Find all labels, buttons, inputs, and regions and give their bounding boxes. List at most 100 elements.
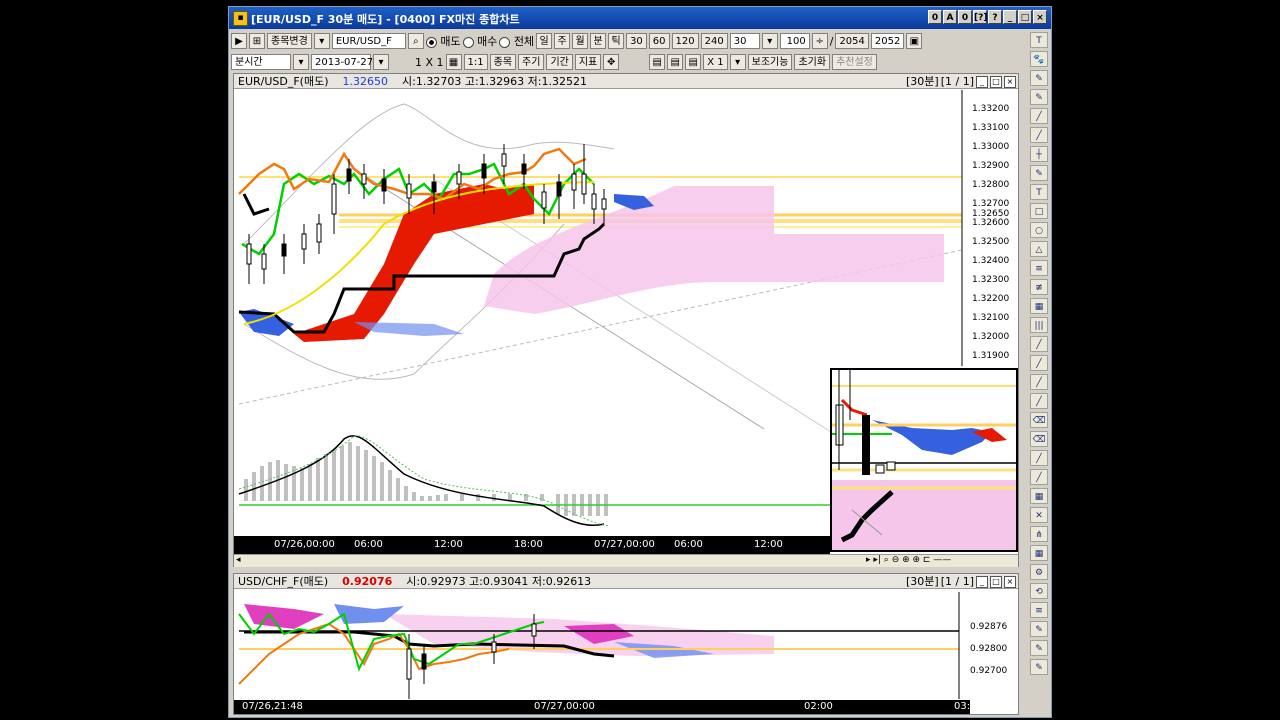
title-btn-3[interactable]: 0 xyxy=(958,10,972,24)
toolbar-main: ▶ ⊞ 종목변경 ▾ EUR/USD_F ⌕ 매도 매수 전체 일 주 월 분 … xyxy=(231,31,923,51)
drawing-tool-19-icon[interactable]: ╱ xyxy=(1030,393,1048,409)
ratio-button[interactable]: 1:1 xyxy=(463,54,488,70)
spinner-icon[interactable]: ÷ xyxy=(811,33,828,49)
save-icon[interactable]: ▣ xyxy=(906,33,923,49)
symbol-input[interactable]: EUR/USD_F xyxy=(331,33,406,49)
drawing-tool-18-icon[interactable]: ╱ xyxy=(1030,374,1048,390)
link-icon[interactable]: ⊞ xyxy=(249,33,265,49)
multi-dropdown-icon[interactable]: ▾ xyxy=(729,54,746,70)
layout-icon-2[interactable]: ▤ xyxy=(667,54,684,70)
drawing-tool-22-icon[interactable]: ╱ xyxy=(1030,450,1048,466)
title-bar[interactable]: ▪ [EUR/USD_F 30분 매도] - [0400] FX마진 종합차트 … xyxy=(229,7,1051,29)
scroll-right-icon[interactable]: ▸ ▸| ⌕ ⊖ ⊕ ⊕ ⊏ —— xyxy=(866,555,951,565)
period-day[interactable]: 일 xyxy=(536,33,553,49)
mode-select[interactable]: 분시간 xyxy=(231,54,291,70)
radio-buy[interactable]: 매수 xyxy=(462,33,497,49)
drawing-tool-2-icon[interactable]: ✎ xyxy=(1030,70,1048,86)
drawing-tool-3-icon[interactable]: ✎ xyxy=(1030,89,1048,105)
maximize-button[interactable]: □ xyxy=(1018,10,1032,24)
reset-button[interactable]: 초기화 xyxy=(794,54,831,70)
scroll-left-icon[interactable]: ◂ xyxy=(236,555,241,565)
drawing-tool-5-icon[interactable]: ╱ xyxy=(1030,127,1048,143)
drawing-tool-28-icon[interactable]: ⚙ xyxy=(1030,564,1048,580)
drawing-tool-32-icon[interactable]: ✎ xyxy=(1030,640,1048,656)
x-tick: 06:00 xyxy=(354,539,383,550)
drawing-tool-9-icon[interactable]: □ xyxy=(1030,203,1048,219)
title-btn-2[interactable]: A xyxy=(943,10,957,24)
interval-input[interactable]: 30 xyxy=(729,33,760,49)
btn-period[interactable]: 주기 xyxy=(518,54,545,70)
date-input[interactable]: 2013-07-27 xyxy=(311,54,373,70)
period-minute[interactable]: 분 xyxy=(590,33,607,49)
layout-icon-3[interactable]: ▤ xyxy=(685,54,702,70)
drawing-tool-11-icon[interactable]: △ xyxy=(1030,241,1048,257)
mode-dropdown-icon[interactable]: ▾ xyxy=(293,54,309,70)
drawing-tool-7-icon[interactable]: ✎ xyxy=(1030,165,1048,181)
drawing-tool-31-icon[interactable]: ✎ xyxy=(1030,621,1048,637)
minimize-button[interactable]: _ xyxy=(1003,10,1017,24)
interval-30[interactable]: 30 xyxy=(626,33,647,49)
drawing-tool-12-icon[interactable]: ≡ xyxy=(1030,260,1048,276)
drawing-tool-16-icon[interactable]: ╱ xyxy=(1030,336,1048,352)
drawing-tool-20-icon[interactable]: ⌫ xyxy=(1030,412,1048,428)
title-btn-1[interactable]: 0 xyxy=(928,10,942,24)
interval-120[interactable]: 120 xyxy=(671,33,699,49)
drawing-tool-29-icon[interactable]: ⟲ xyxy=(1030,583,1048,599)
recommend-button[interactable]: 추천설정 xyxy=(832,54,877,70)
interval-dropdown-icon[interactable]: ▾ xyxy=(761,33,778,49)
dropdown-icon[interactable]: ▾ xyxy=(313,33,330,49)
y-tick: 1.32500 xyxy=(972,237,1010,247)
drawing-tool-6-icon[interactable]: ┼ xyxy=(1030,146,1048,162)
drawing-tool-27-icon[interactable]: ▦ xyxy=(1030,545,1048,561)
drawing-tool-33-icon[interactable]: ✎ xyxy=(1030,659,1048,675)
drawing-tool-21-icon[interactable]: ⌫ xyxy=(1030,431,1048,447)
move-icon[interactable]: ✥ xyxy=(603,54,620,70)
layout-icon-1[interactable]: ▤ xyxy=(649,54,666,70)
btn-indicator[interactable]: 지표 xyxy=(574,54,602,70)
x-tick: 07/26,21:48 xyxy=(242,701,303,712)
drawing-tool-8-icon[interactable]: T xyxy=(1030,184,1048,200)
shown-count: 2052 xyxy=(870,33,905,49)
mini-chart[interactable] xyxy=(830,368,1018,552)
search-icon[interactable]: ⌕ xyxy=(407,33,424,49)
drawing-tool-15-icon[interactable]: ||| xyxy=(1030,317,1048,333)
play-icon[interactable]: ▶ xyxy=(231,33,247,49)
drawing-tool-4-icon[interactable]: ╱ xyxy=(1030,108,1048,124)
drawing-tool-24-icon[interactable]: ▦ xyxy=(1030,488,1048,504)
multi-select[interactable]: X 1 xyxy=(703,54,728,70)
y-tick: 0.92876 xyxy=(970,622,1008,632)
period-tick[interactable]: 틱 xyxy=(608,33,625,49)
interval-60[interactable]: 60 xyxy=(648,33,670,49)
radio-sell[interactable]: 매도 xyxy=(425,33,461,49)
close-button[interactable]: × xyxy=(1033,10,1047,24)
count-input[interactable]: 100 xyxy=(779,33,810,49)
period-week[interactable]: 주 xyxy=(554,33,571,49)
date-dropdown-icon[interactable]: ▾ xyxy=(373,54,389,70)
drawing-tool-17-icon[interactable]: ╱ xyxy=(1030,355,1048,371)
usdchf-chart[interactable] xyxy=(234,574,1020,716)
drawing-tool-25-icon[interactable]: ✕ xyxy=(1030,507,1048,523)
period-month[interactable]: 월 xyxy=(572,33,589,49)
drawing-tool-0-icon[interactable]: T xyxy=(1030,32,1048,48)
drawing-tool-26-icon[interactable]: ⋔ xyxy=(1030,526,1048,542)
aux-function-button[interactable]: 보조기능 xyxy=(747,54,793,70)
interval-240[interactable]: 240 xyxy=(700,33,728,49)
drawing-tool-14-icon[interactable]: ▦ xyxy=(1030,298,1048,314)
drawing-tool-23-icon[interactable]: ╱ xyxy=(1030,469,1048,485)
title-btn-4[interactable]: [?] xyxy=(973,10,987,24)
change-symbol-button[interactable]: 종목변경 xyxy=(267,33,312,49)
title-btn-5[interactable]: ? xyxy=(988,10,1002,24)
x-tick: 12:00 xyxy=(754,539,783,550)
drawing-tool-1-icon[interactable]: 🐾 xyxy=(1030,51,1048,67)
x-tick: 07/27,00:00 xyxy=(594,539,655,550)
btn-range[interactable]: 기간 xyxy=(546,54,573,70)
btn-symbol[interactable]: 종목 xyxy=(489,54,517,70)
radio-all[interactable]: 전체 xyxy=(499,33,534,49)
drawing-tool-13-icon[interactable]: ≢ xyxy=(1030,279,1048,295)
horizontal-scrollbar[interactable]: ◂ ▸ ▸| ⌕ ⊖ ⊕ ⊕ ⊏ —— xyxy=(234,554,1018,567)
drawing-tool-30-icon[interactable]: ≡ xyxy=(1030,602,1048,618)
x-tick: 18:00 xyxy=(514,539,543,550)
y-tick: 1.32300 xyxy=(972,275,1010,285)
drawing-tool-10-icon[interactable]: ○ xyxy=(1030,222,1048,238)
grid-icon[interactable]: ▦ xyxy=(445,54,462,70)
